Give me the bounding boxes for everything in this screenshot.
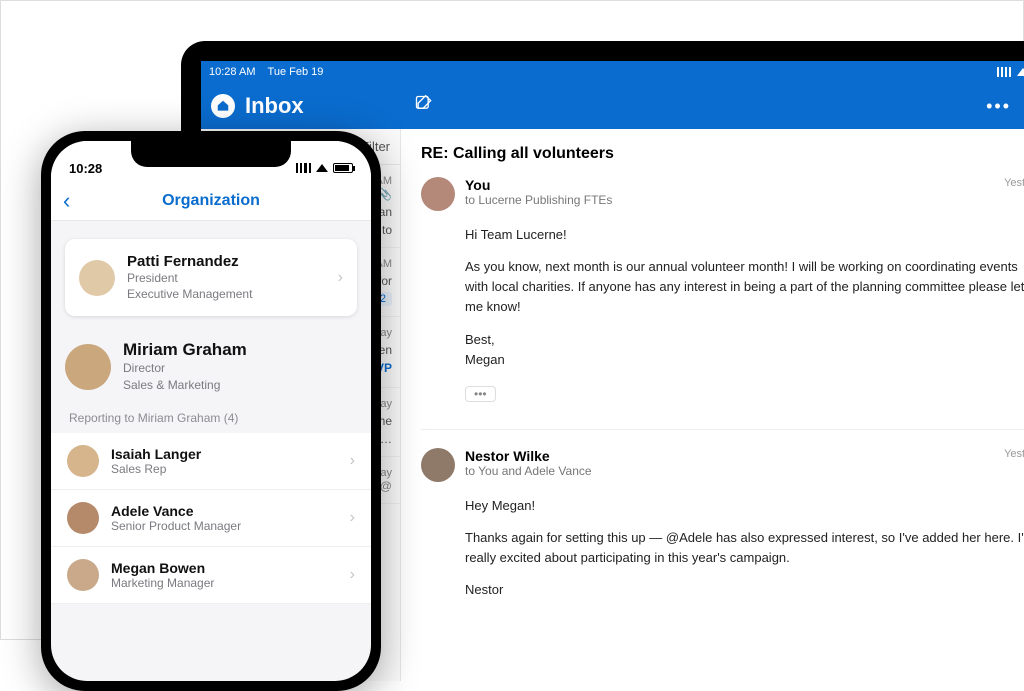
home-icon[interactable]	[211, 94, 235, 118]
expand-quote-button[interactable]: •••	[465, 386, 496, 402]
back-button[interactable]: ‹	[63, 188, 70, 214]
person-role: Marketing Manager	[111, 576, 214, 590]
phone-screen: 10:28 ‹ Organization Patti Fernandez Pre…	[51, 141, 371, 681]
tablet-status-bar: 10:28 AM Tue Feb 19	[201, 61, 1024, 83]
sender-name: Nestor Wilke	[465, 448, 592, 464]
separator	[421, 429, 1024, 430]
section-header: Reporting to Miriam Graham (4)	[51, 403, 371, 433]
chevron-right-icon: ›	[350, 452, 355, 470]
avatar[interactable]	[421, 177, 455, 211]
sender-name: You	[465, 177, 612, 193]
email-message[interactable]: Nestor Wilke to You and Adele Vance Yest…	[421, 448, 1024, 601]
person-name: Megan Bowen	[111, 560, 214, 576]
phone-time: 10:28	[69, 161, 102, 176]
avatar	[67, 559, 99, 591]
person-role: Senior Product Manager	[111, 519, 241, 533]
tablet-header: Inbox •••	[201, 83, 1024, 129]
phone-nav-bar: ‹ Organization	[51, 181, 371, 221]
primary-person[interactable]: Miriam Graham Director Sales & Marketing	[65, 340, 357, 392]
person-name: Isaiah Langer	[111, 446, 201, 462]
phone-notch	[131, 141, 291, 167]
inbox-title: Inbox	[245, 93, 304, 119]
battery-icon	[333, 163, 353, 173]
wifi-icon	[316, 164, 328, 172]
person-row[interactable]: Isaiah Langer Sales Rep ›	[51, 433, 371, 490]
compose-icon[interactable]	[414, 94, 434, 119]
phone-device: 10:28 ‹ Organization Patti Fernandez Pre…	[41, 131, 381, 691]
signal-icon	[296, 163, 311, 173]
recipients: to Lucerne Publishing FTEs	[465, 193, 612, 207]
chevron-right-icon: ›	[350, 509, 355, 527]
recipients: to You and Adele Vance	[465, 464, 592, 478]
wifi-icon	[1017, 68, 1024, 76]
person-role: Director Sales & Marketing	[123, 360, 247, 392]
avatar	[67, 502, 99, 534]
person-role: President Executive Management	[127, 270, 252, 302]
email-subject: RE: Calling all volunteers	[421, 145, 1024, 163]
nav-title: Organization	[162, 192, 260, 210]
org-card[interactable]: Patti Fernandez President Executive Mana…	[65, 239, 357, 316]
person-role: Sales Rep	[111, 462, 201, 476]
avatar	[65, 344, 111, 390]
reading-pane: RE: Calling all volunteers You to Lucern…	[401, 129, 1024, 681]
chevron-right-icon: ›	[350, 566, 355, 584]
person-row[interactable]: Adele Vance Senior Product Manager ›	[51, 490, 371, 547]
person-name: Adele Vance	[111, 503, 241, 519]
more-icon[interactable]: •••	[986, 96, 1011, 117]
chevron-right-icon: ›	[338, 269, 343, 287]
avatar[interactable]	[421, 448, 455, 482]
message-body: Hi Team Lucerne! As you know, next month…	[465, 225, 1024, 370]
tablet-time: 10:28 AM	[209, 66, 255, 78]
avatar	[79, 260, 115, 296]
person-name: Miriam Graham	[123, 340, 247, 360]
message-date: Yesterd	[1004, 177, 1024, 189]
tablet-date: Tue Feb 19	[268, 66, 324, 78]
message-body: Hey Megan! Thanks again for setting this…	[465, 496, 1024, 601]
message-date: Yesterd	[1004, 448, 1024, 460]
email-message[interactable]: You to Lucerne Publishing FTEs Yesterd H…	[421, 177, 1024, 403]
avatar	[67, 445, 99, 477]
person-row[interactable]: Megan Bowen Marketing Manager ›	[51, 547, 371, 604]
signal-icon	[997, 67, 1011, 77]
person-name: Patti Fernandez	[127, 253, 252, 270]
